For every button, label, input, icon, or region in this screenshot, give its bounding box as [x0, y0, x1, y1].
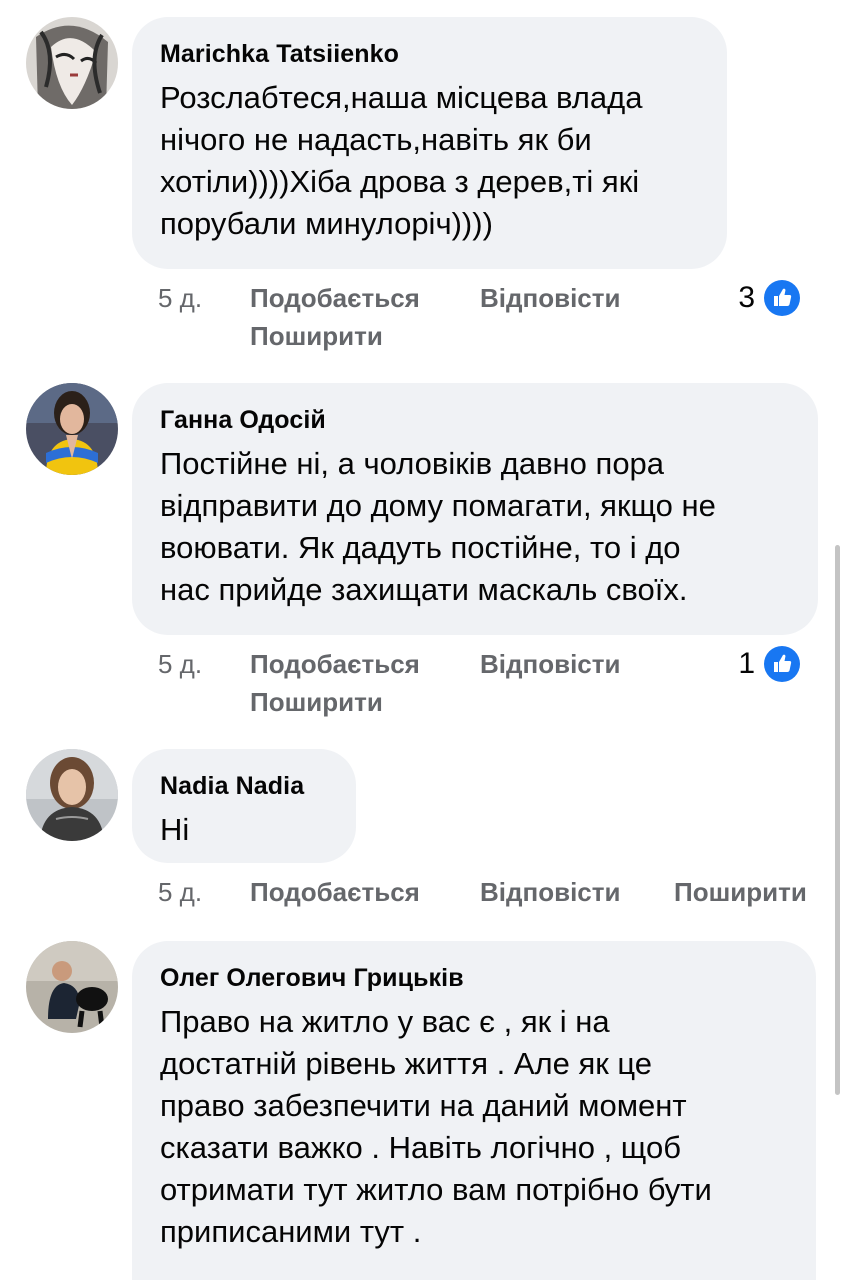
comment-text: Постійне ні, а чоловіків давно пора відп…: [160, 446, 716, 607]
scrollbar[interactable]: [835, 545, 840, 1095]
comment-time[interactable]: 5 д.: [158, 279, 202, 317]
comment-time[interactable]: 5 д.: [158, 873, 202, 911]
reaction-count: 1: [738, 647, 755, 680]
avatar-image: [26, 383, 118, 475]
reply-button[interactable]: Відповісти: [480, 873, 620, 911]
avatar-image: [26, 17, 118, 109]
like-thumb-icon: [764, 646, 800, 682]
share-button[interactable]: Поширити: [674, 873, 807, 911]
comment-author[interactable]: Олег Олегович Грицьків: [160, 963, 788, 993]
comment-author[interactable]: Marichka Tatsiienko: [160, 39, 699, 69]
avatar[interactable]: [26, 383, 118, 475]
comment-text: Ні: [160, 812, 190, 847]
comment-author[interactable]: Nadia Nadia: [160, 771, 328, 801]
comment-text: Право на житло у вас є , як і на достатн…: [160, 1004, 712, 1249]
like-button[interactable]: Подобається: [250, 873, 420, 911]
comment-bubble: Marichka Tatsiienko Розслабтеся,наша міс…: [132, 17, 727, 269]
comment-author[interactable]: Ганна Одосій: [160, 405, 790, 435]
reaction-summary[interactable]: 3: [738, 279, 801, 317]
reply-button[interactable]: Відповісти: [480, 279, 620, 317]
comment-text: Розслабтеся,наша місцева влада нічого не…: [160, 80, 643, 241]
avatar[interactable]: [26, 941, 118, 1033]
reaction-summary[interactable]: 1: [738, 645, 801, 683]
comment-bubble: Ганна Одосій Постійне ні, а чоловіків да…: [132, 383, 818, 635]
like-button[interactable]: Подобається: [250, 279, 420, 317]
comment-actions: 5 д. Подобається Відповісти Поширити 3: [158, 279, 827, 359]
avatar[interactable]: [26, 749, 118, 841]
avatar-image: [26, 749, 118, 841]
share-button[interactable]: Поширити: [250, 683, 383, 721]
comment-actions: 5 д. Подобається Відповісти Поширити 1: [158, 645, 827, 725]
comment-time[interactable]: 5 д.: [158, 645, 202, 683]
comment-bubble: Олег Олегович Грицьків Право на житло у …: [132, 941, 816, 1280]
comment-actions: 5 д. Подобається Відповісти Поширити: [158, 873, 827, 913]
like-button[interactable]: Подобається: [250, 645, 420, 683]
share-button[interactable]: Поширити: [250, 317, 383, 355]
reply-button[interactable]: Відповісти: [480, 645, 620, 683]
avatar[interactable]: [26, 17, 118, 109]
comment-bubble: Nadia Nadia Ні: [132, 749, 356, 863]
avatar-image: [26, 941, 118, 1033]
like-thumb-icon: [764, 280, 800, 316]
reaction-count: 3: [738, 281, 755, 314]
